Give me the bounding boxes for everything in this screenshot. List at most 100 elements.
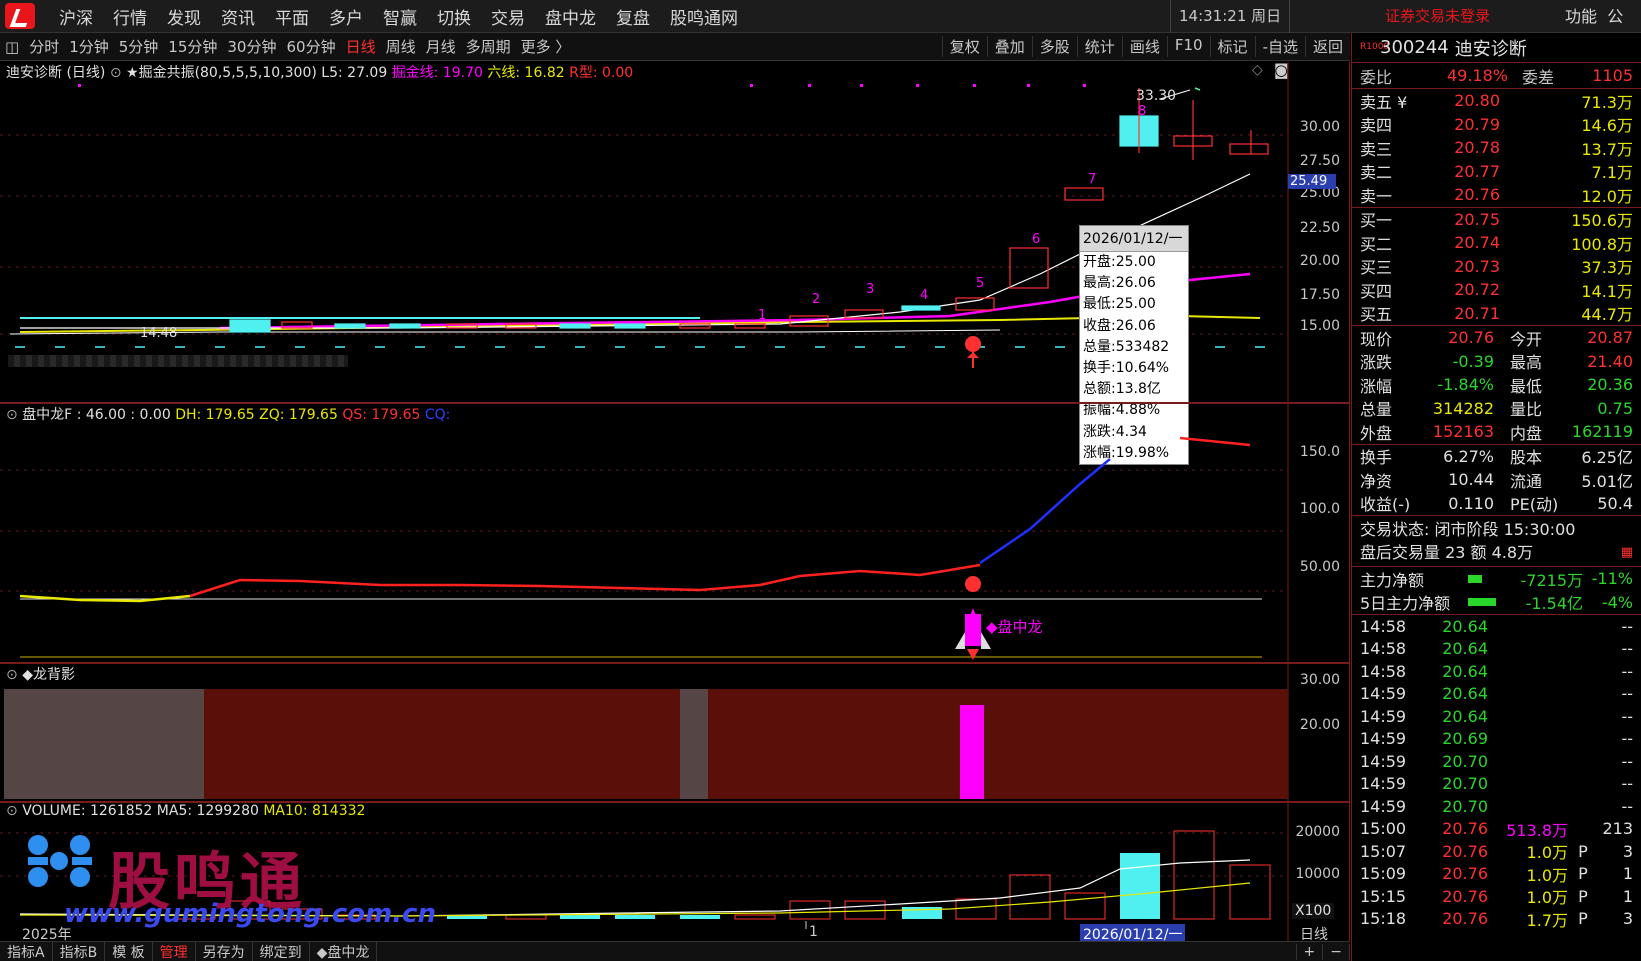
volume-bar[interactable] xyxy=(1229,864,1271,920)
chart-tool-button[interactable]: 复权 xyxy=(941,36,987,57)
longbeiying-panel[interactable]: ⊙ ◆龙背影 30.00 20.00 xyxy=(0,664,1350,801)
candle[interactable] xyxy=(955,297,995,311)
tick-price: 20.64 xyxy=(1442,639,1488,659)
volume-panel[interactable]: ⊙ VOLUME: 1261852 MA5: 1299280 MA10: 814… xyxy=(0,803,1350,944)
candle[interactable] xyxy=(559,323,591,329)
bottom-tab[interactable]: 管理 xyxy=(153,941,196,961)
volume-bar[interactable] xyxy=(1009,874,1051,920)
orderbook-row[interactable]: 买四 20.72 14.1万 xyxy=(1360,278,1633,302)
y-axis-tick: 20000 xyxy=(1295,824,1340,840)
bottom-tab[interactable]: 绑定到 xyxy=(253,941,310,961)
chart-tool-button[interactable]: 返回 xyxy=(1304,36,1350,57)
tooltip-row: 总量:533482 xyxy=(1083,338,1170,355)
volume-bar[interactable] xyxy=(844,900,886,920)
menu-item[interactable]: 股鸣通网 xyxy=(660,4,748,29)
candle[interactable] xyxy=(901,305,941,311)
volume-bar[interactable] xyxy=(1064,892,1106,920)
bottom-tab[interactable]: 模 板 xyxy=(105,941,153,961)
chart-tool-button[interactable]: 多股 xyxy=(1031,36,1077,57)
period-tab[interactable]: 30分钟 xyxy=(222,36,281,57)
panzhonglong-panel[interactable]: ⊙ 盘中龙F : 46.00 : 0.00 DH: 179.65 ZQ: 179… xyxy=(0,404,1350,662)
chart-tool-button[interactable]: -自选 xyxy=(1254,36,1305,57)
weibi-row: 委比 49.18% 委差 1105 xyxy=(1352,63,1641,89)
fundamental-stats: 换手 6.27% 股本 6.25亿 净资 10.44 流通 5.01亿 收益(-) 0.110 PE… xyxy=(1352,445,1641,516)
tick-row: 14:59 20.64 -- xyxy=(1360,683,1633,706)
candle[interactable] xyxy=(1009,247,1049,289)
menu-item[interactable]: 平面 xyxy=(265,4,319,29)
chart-tool-button[interactable]: 叠加 xyxy=(986,36,1032,57)
candle[interactable] xyxy=(334,323,366,329)
orderbook-row[interactable]: 买五 20.71 44.7万 xyxy=(1360,302,1633,326)
menu-item[interactable]: 盘中龙 xyxy=(535,4,606,29)
tick-time: 15:15 xyxy=(1360,886,1407,906)
period-tab[interactable]: 更多 〉 xyxy=(516,36,576,57)
menu-item[interactable]: 智赢 xyxy=(373,4,427,29)
bottom-tab[interactable]: ◆盘中龙 xyxy=(310,941,378,961)
tick-list[interactable]: 14:58 20.64 -- 14:58 20.64 -- 14:58 20.64 -- 14:5… xyxy=(1352,615,1641,930)
menu-item[interactable]: 交易 xyxy=(481,4,535,29)
candle[interactable] xyxy=(614,323,646,329)
stat-value: 6.27% xyxy=(1443,446,1494,466)
function-menu[interactable]: 功能 公 xyxy=(1565,0,1623,33)
period-tab[interactable]: 5分钟 xyxy=(114,36,164,57)
menu-item[interactable]: 切换 xyxy=(427,4,481,29)
period-tab[interactable]: 周线 xyxy=(381,36,421,57)
app-logo[interactable] xyxy=(5,3,35,29)
candle[interactable] xyxy=(389,323,421,329)
zoom-out-button[interactable]: − xyxy=(1323,943,1350,960)
volume-bar[interactable] xyxy=(1173,830,1215,920)
menu-item[interactable]: 行情 xyxy=(103,4,157,29)
menu-item[interactable]: 沪深 xyxy=(49,4,103,29)
orderbook-price: 20.72 xyxy=(1454,280,1500,300)
period-tab[interactable]: 60分钟 xyxy=(281,36,340,57)
orderbook-row[interactable]: 卖三 20.78 13.7万 xyxy=(1360,136,1633,160)
function-menu-extra[interactable]: 公 xyxy=(1607,7,1623,26)
tick-price: 20.70 xyxy=(1442,751,1488,771)
bottom-tab[interactable]: 指标B xyxy=(53,941,106,961)
login-status[interactable]: 证券交易未登录 xyxy=(1385,0,1490,33)
orderbook-row[interactable]: 卖一 20.76 12.0万 xyxy=(1360,183,1633,207)
volume-bar[interactable] xyxy=(955,898,997,920)
menu-item[interactable]: 资讯 xyxy=(211,4,265,29)
tick-time: 14:59 xyxy=(1360,684,1407,704)
tick-time: 15:00 xyxy=(1360,819,1407,839)
tick-time: 14:58 xyxy=(1360,639,1407,659)
volume-bar[interactable] xyxy=(680,915,720,919)
chart-tool-button[interactable]: 标记 xyxy=(1209,36,1255,57)
period-tab[interactable]: 1分钟 xyxy=(64,36,114,57)
stat-row: 涨跌 -0.39 最高 21.40 xyxy=(1360,350,1633,374)
function-menu-label[interactable]: 功能 xyxy=(1565,7,1597,26)
volume-bar[interactable] xyxy=(615,915,655,919)
period-tab[interactable]: 15分钟 xyxy=(163,36,222,57)
orderbook-row[interactable]: 买一 20.75 150.6万 xyxy=(1360,208,1633,232)
bottom-tab[interactable]: 另存为 xyxy=(196,941,253,961)
orderbook-row[interactable]: 卖四 20.79 14.6万 xyxy=(1360,113,1633,137)
period-tab[interactable]: 日线 xyxy=(341,36,381,57)
orderbook-row[interactable]: 买二 20.74 100.8万 xyxy=(1360,231,1633,255)
period-tab[interactable]: 月线 xyxy=(421,36,461,57)
period-tab[interactable]: 分时 xyxy=(24,36,64,57)
tooltip-row: 最低:25.00 xyxy=(1083,296,1156,313)
period-tab[interactable]: 多周期 xyxy=(461,36,516,57)
chart-tool-button[interactable]: 统计 xyxy=(1076,36,1122,57)
volume-bar[interactable] xyxy=(734,914,776,920)
candle[interactable] xyxy=(1229,143,1269,155)
layout-toggle-icon[interactable]: ◫ xyxy=(0,38,24,56)
candle[interactable] xyxy=(229,319,271,333)
bottom-tab[interactable]: 指标A xyxy=(0,941,53,961)
blurred-annotation xyxy=(8,355,348,367)
chart-tool-button[interactable]: F10 xyxy=(1166,36,1210,57)
volume-bar[interactable] xyxy=(1120,853,1160,919)
menu-item[interactable]: 复盘 xyxy=(606,4,660,29)
stat-value: 20.87 xyxy=(1587,328,1633,348)
orderbook-row[interactable]: 卖五 ¥ 20.80 71.3万 xyxy=(1360,89,1633,113)
candle[interactable] xyxy=(1064,187,1104,201)
volume-bar[interactable] xyxy=(560,915,600,919)
orderbook-row[interactable]: 买三 20.73 37.3万 xyxy=(1360,255,1633,279)
chart-tool-button[interactable]: 画线 xyxy=(1121,36,1167,57)
chart-icon[interactable]: ▦ xyxy=(1621,541,1633,564)
menu-item[interactable]: 发现 xyxy=(157,4,211,29)
zoom-in-button[interactable]: + xyxy=(1295,943,1324,960)
orderbook-row[interactable]: 卖二 20.77 7.1万 xyxy=(1360,160,1633,184)
menu-item[interactable]: 多户 xyxy=(319,4,373,29)
